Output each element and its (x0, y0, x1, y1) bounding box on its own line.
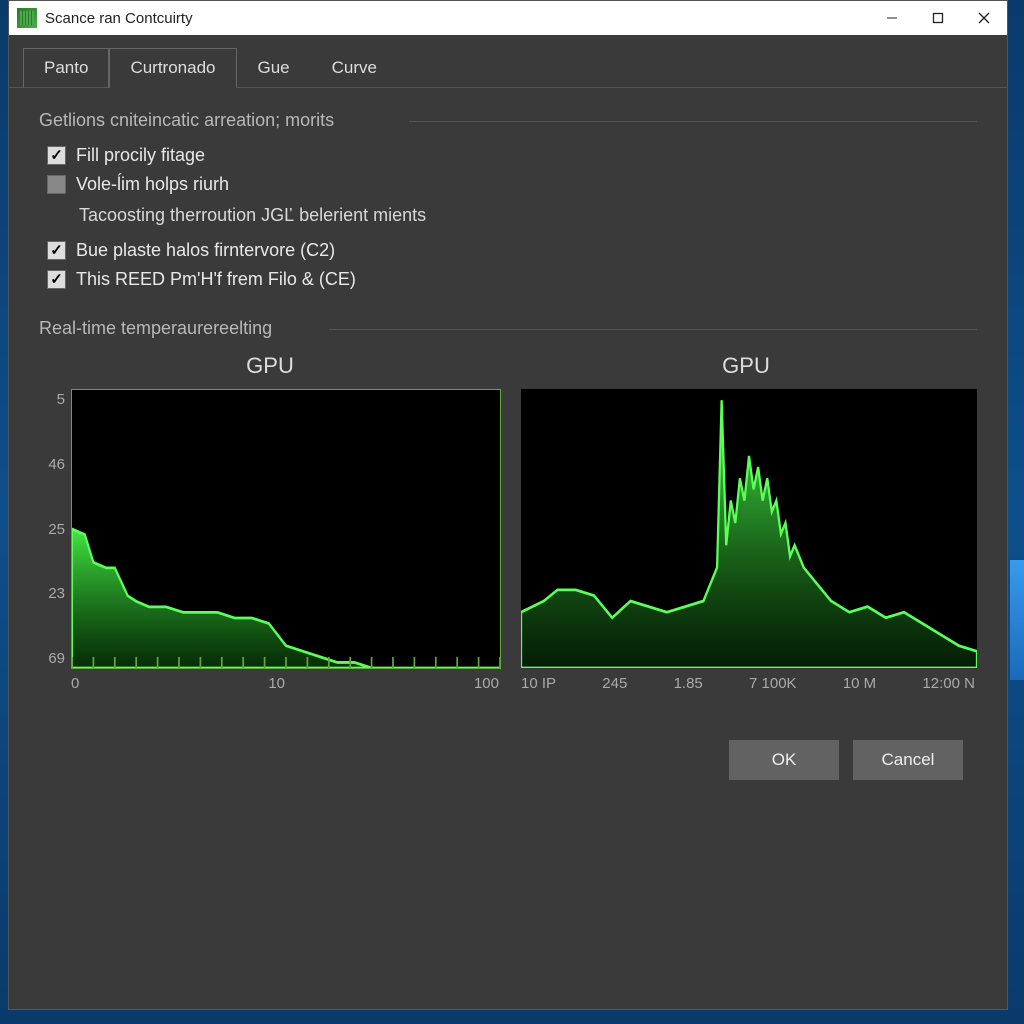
app-window: Scance ran Contcuirty Panto Curtronado G… (8, 0, 1008, 1010)
realtime-group: Real-time temperaurereelting GPU 5 46 25… (39, 318, 977, 692)
checkbox-vole-lim[interactable] (47, 175, 66, 194)
option-row: Bue plaste halos firntervore (C2) (47, 240, 977, 261)
checkbox-label: Vole-ĺim holps riurh (76, 174, 229, 195)
checkbox-this-reed[interactable] (47, 270, 66, 289)
minimize-icon (886, 12, 898, 24)
client-area: Panto Curtronado Gue Curve Getlions cnit… (9, 35, 1007, 1009)
checkbox-label: Bue plaste halos firntervore (C2) (76, 240, 335, 261)
x-tick: 100 (474, 675, 499, 692)
y-tick: 46 (39, 456, 65, 473)
settings-subtext: Tacoosting therroution JGĽ belerient mie… (79, 205, 977, 226)
realtime-group-title: Real-time temperaurereelting (39, 318, 977, 339)
chart-right: GPU (515, 353, 977, 692)
tab-bar: Panto Curtronado Gue Curve (9, 35, 1007, 88)
window-controls (869, 1, 1007, 35)
x-tick: 12:00 N (922, 675, 975, 692)
chart-left-plot: 5 46 25 23 69 (39, 389, 501, 669)
desktop-accent (1010, 560, 1024, 680)
chart-right-svg (521, 389, 977, 668)
window-title: Scance ran Contcuirty (45, 10, 193, 27)
chart-left-yaxis: 5 46 25 23 69 (39, 389, 71, 669)
checkbox-fill-procily[interactable] (47, 146, 66, 165)
chart-left-xaxis: 0 10 100 (39, 669, 501, 692)
y-tick: 69 (39, 650, 65, 667)
chart-right-xaxis: 10 IP 245 1.85 7 100K 10 M 12:00 N (515, 669, 977, 692)
footer-buttons: OK Cancel (39, 712, 977, 798)
tab-gue[interactable]: Gue (237, 48, 311, 88)
chart-left-svg (72, 390, 500, 668)
titlebar[interactable]: Scance ran Contcuirty (9, 1, 1007, 35)
charts-area: GPU 5 46 25 23 69 (39, 353, 977, 692)
cancel-button[interactable]: Cancel (853, 740, 963, 780)
chart-left: GPU 5 46 25 23 69 (39, 353, 501, 692)
ok-button[interactable]: OK (729, 740, 839, 780)
minimize-button[interactable] (869, 1, 915, 35)
close-icon (978, 12, 990, 24)
chart-left-body[interactable] (71, 389, 501, 669)
x-tick: 0 (71, 675, 79, 692)
tab-curve[interactable]: Curve (311, 48, 398, 88)
chart-left-title: GPU (39, 353, 501, 379)
checkbox-label: Fill procily fitage (76, 145, 205, 166)
x-tick: 10 IP (521, 675, 556, 692)
maximize-button[interactable] (915, 1, 961, 35)
x-tick: 7 100K (749, 675, 797, 692)
settings-group-title: Getlions cniteincatic arreation; morits (39, 110, 977, 131)
option-row: Fill procily fitage (47, 145, 977, 166)
checkbox-label: This REED Pm'H'f frem Filo & (CE) (76, 269, 356, 290)
app-icon (17, 8, 37, 28)
x-tick: 10 (268, 675, 285, 692)
tab-panto[interactable]: Panto (23, 48, 109, 88)
settings-group: Getlions cniteincatic arreation; morits … (39, 110, 977, 298)
y-tick: 25 (39, 521, 65, 538)
chart-right-plot (515, 389, 977, 669)
x-tick: 245 (602, 675, 627, 692)
option-row: Vole-ĺim holps riurh (47, 174, 977, 195)
tab-content: Getlions cniteincatic arreation; morits … (9, 88, 1007, 1009)
option-row: This REED Pm'H'f frem Filo & (CE) (47, 269, 977, 290)
y-tick: 23 (39, 585, 65, 602)
tab-curtronado[interactable]: Curtronado (109, 48, 236, 88)
y-tick: 5 (39, 391, 65, 408)
chart-right-title: GPU (515, 353, 977, 379)
close-button[interactable] (961, 1, 1007, 35)
checkbox-bue-plaste[interactable] (47, 241, 66, 260)
x-tick: 10 M (843, 675, 876, 692)
chart-right-body[interactable] (521, 389, 977, 669)
maximize-icon (932, 12, 944, 24)
x-tick: 1.85 (674, 675, 703, 692)
